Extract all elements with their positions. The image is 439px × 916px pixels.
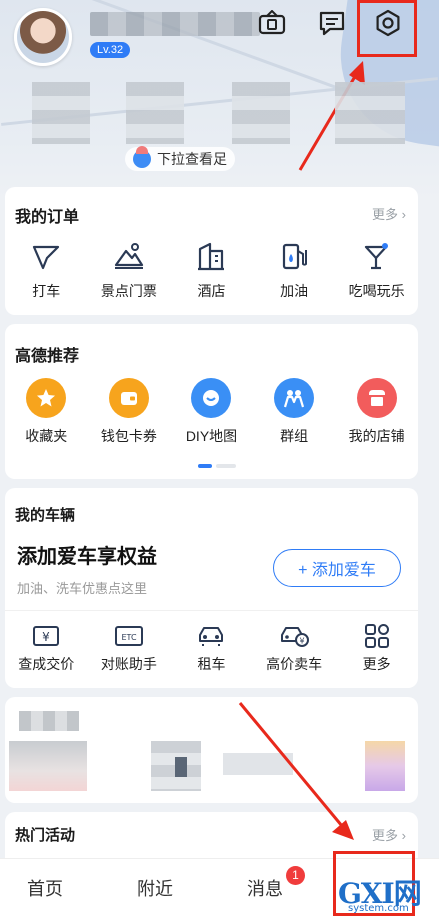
order-label: 打车 [32, 283, 61, 299]
page-dot-active [198, 464, 212, 468]
cocktail-icon [360, 239, 394, 273]
recommend-label: 钱包卡券 [100, 428, 157, 444]
sell-car-icon: ¥ [277, 622, 311, 650]
hot-more-link[interactable]: 更多 › [372, 825, 406, 844]
order-item-entertainment[interactable]: 吃喝玩乐 [335, 239, 418, 301]
scan-ticket-icon[interactable] [257, 8, 287, 38]
chevron-right-icon: › [401, 828, 406, 843]
blurred-text [19, 711, 79, 731]
vehicle-item-price[interactable]: ¥ 查成交价 [5, 622, 88, 674]
pull-hint-text: 下拉查看足 [157, 151, 227, 167]
fuel-pump-icon [277, 239, 311, 273]
stat-blurred [126, 82, 184, 144]
username-blurred [90, 12, 260, 36]
star-icon [26, 378, 67, 418]
recommend-item-shop[interactable]: 我的店铺 [335, 378, 418, 446]
order-item-tickets[interactable]: 景点门票 [88, 239, 171, 301]
order-item-hotel[interactable]: 酒店 [170, 239, 253, 301]
group-icon [274, 378, 315, 418]
chevron-right-icon: › [401, 207, 406, 222]
stat-blurred [32, 82, 90, 144]
stat-blurred [232, 82, 290, 144]
blurred-image [9, 741, 87, 791]
vehicles-card: 我的车辆 添加爱车享权益 加油、洗车优惠点这里 + 添加爱车 ¥ 查成交价 ET… [5, 488, 418, 688]
settings-highlight-box [357, 0, 417, 57]
order-label: 酒店 [197, 283, 226, 299]
grid-more-icon [360, 622, 394, 650]
order-item-taxi[interactable]: 打车 [5, 239, 88, 301]
blurred-text [223, 753, 293, 775]
hot-title: 热门活动 [15, 827, 76, 844]
orders-title: 我的订单 [15, 209, 80, 226]
recommend-label: 群组 [280, 428, 309, 444]
recommend-grid: 收藏夹 钱包卡券 DIY地图 群组 我的店铺 [5, 378, 418, 446]
orders-grid: 打车 景点门票 酒店 加油 吃喝玩乐 [5, 239, 418, 301]
blurred-content-card[interactable] [5, 697, 418, 803]
vehicle-label: 查成交价 [18, 656, 75, 672]
watermark-sub: system.com [348, 903, 409, 914]
blurred-image [365, 741, 405, 791]
vehicle-label: 更多 [362, 656, 391, 672]
scenic-ticket-icon [112, 239, 146, 273]
vehicle-label: 高价卖车 [266, 656, 323, 672]
svg-text:¥: ¥ [42, 630, 50, 644]
order-label: 景点门票 [100, 283, 157, 299]
mascot-icon [133, 146, 151, 168]
vehicle-item-rental[interactable]: 租车 [170, 622, 253, 674]
site-watermark: GXI网 system.com [338, 872, 438, 916]
recommend-item-diy-map[interactable]: DIY地图 [170, 378, 253, 446]
orders-more-label: 更多 [372, 207, 399, 222]
recommend-item-wallet[interactable]: 钱包卡券 [88, 378, 171, 446]
recommend-title: 高德推荐 [15, 348, 80, 365]
diy-map-icon [191, 378, 232, 418]
blurred-image [175, 757, 187, 777]
vehicle-item-etc[interactable]: ETC 对账助手 [88, 622, 171, 674]
etc-icon: ETC [112, 622, 146, 650]
recommend-label: 我的店铺 [348, 428, 405, 444]
svg-text:¥: ¥ [300, 637, 305, 646]
level-badge: Lv.32 [90, 42, 131, 58]
vehicle-item-sell[interactable]: ¥ 高价卖车 [253, 622, 336, 674]
recommend-item-group[interactable]: 群组 [253, 378, 336, 446]
orders-more-link[interactable]: 更多 › [372, 204, 406, 223]
wallet-icon [108, 378, 149, 418]
order-label: 加油 [280, 283, 309, 299]
page-dot [216, 464, 236, 468]
recommend-label: DIY地图 [185, 428, 238, 444]
message-badge: 1 [286, 866, 305, 885]
taxi-flag-icon [29, 239, 63, 273]
hot-more-label: 更多 [372, 828, 399, 843]
add-car-headline: 添加爱车享权益 [17, 546, 157, 568]
divider [5, 610, 418, 611]
add-car-button[interactable]: + 添加爱车 [273, 549, 401, 587]
page-indicator [198, 464, 236, 468]
pull-down-hint[interactable]: 下拉查看足 [125, 146, 235, 171]
svg-text:ETC: ETC [121, 633, 136, 642]
nav-tab-home[interactable]: 首页 [10, 859, 80, 916]
vehicles-title: 我的车辆 [15, 507, 76, 524]
message-feedback-icon[interactable] [317, 8, 347, 38]
avatar[interactable] [14, 8, 72, 66]
add-car-subtitle: 加油、洗车优惠点这里 [17, 581, 148, 596]
recommend-item-favorites[interactable]: 收藏夹 [5, 378, 88, 446]
vehicle-label: 租车 [197, 656, 226, 672]
stat-blurred [335, 82, 405, 144]
hotel-icon [194, 239, 228, 273]
orders-card: 我的订单 更多 › 打车 景点门票 酒店 加油 吃喝玩乐 [5, 187, 418, 315]
vehicles-grid: ¥ 查成交价 ETC 对账助手 租车 ¥ 高价卖车 更多 [5, 622, 418, 674]
recommend-label: 收藏夹 [25, 428, 68, 444]
shop-icon [356, 378, 397, 418]
order-item-fuel[interactable]: 加油 [253, 239, 336, 301]
nav-tab-nearby[interactable]: 附近 [120, 859, 190, 916]
vehicle-item-more[interactable]: 更多 [335, 622, 418, 674]
car-rental-icon [194, 622, 228, 650]
order-label: 吃喝玩乐 [348, 283, 405, 299]
vehicle-label: 对账助手 [100, 656, 157, 672]
recommend-card: 高德推荐 收藏夹 钱包卡券 DIY地图 群组 我的店铺 [5, 324, 418, 479]
price-check-icon: ¥ [29, 622, 63, 650]
